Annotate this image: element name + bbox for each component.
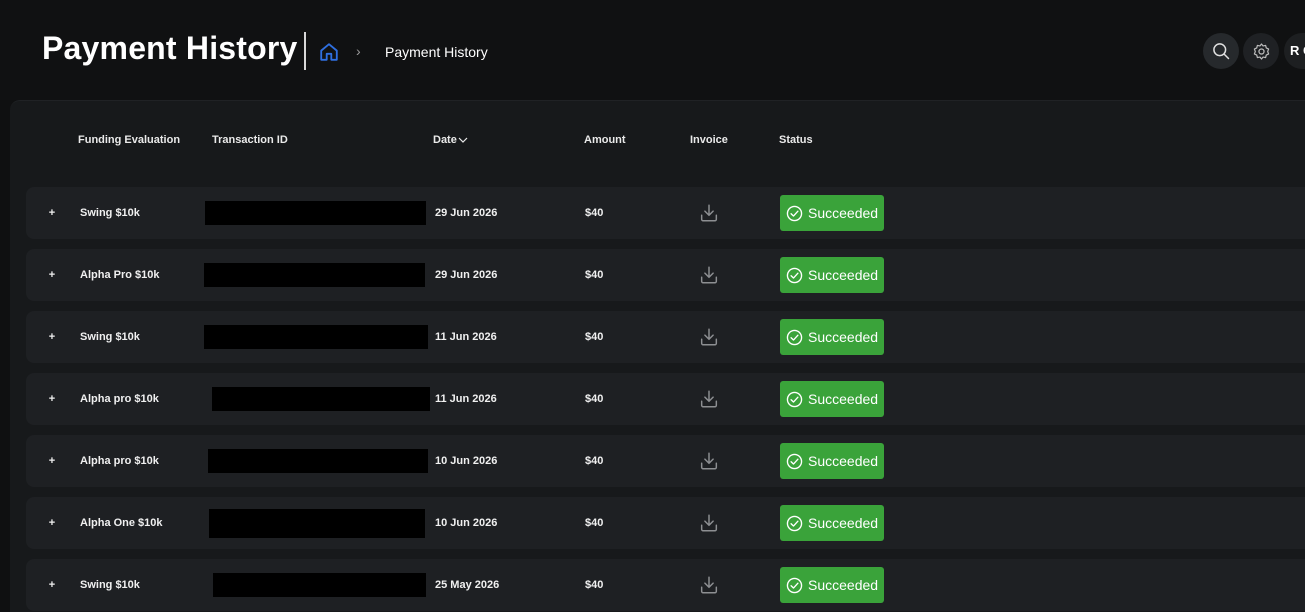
amount-cell: $40	[585, 269, 604, 281]
status-badge: Succeeded	[780, 443, 884, 479]
amount-cell: $40	[585, 393, 604, 405]
table-row: + Alpha One $10k 10 Jun 2026 $40 Succeed…	[26, 497, 1305, 549]
status-text: Succeeded	[808, 515, 879, 531]
status-text: Succeeded	[808, 577, 879, 593]
expand-row-button[interactable]: +	[40, 187, 64, 239]
status-text: Succeeded	[808, 267, 879, 283]
settings-button[interactable]	[1243, 33, 1279, 69]
search-icon	[1213, 43, 1230, 60]
chevron-down-icon	[458, 137, 468, 143]
expand-row-button[interactable]: +	[40, 249, 64, 301]
transaction-id-redacted	[213, 573, 426, 597]
funding-evaluation-cell: Swing $10k	[80, 579, 140, 591]
amount-cell: $40	[585, 455, 604, 467]
table-row: + Alpha Pro $10k 29 Jun 2026 $40 Succeed…	[26, 249, 1305, 301]
breadcrumb-separator: ›	[356, 43, 361, 59]
expand-row-button[interactable]: +	[40, 373, 64, 425]
date-cell: 29 Jun 2026	[435, 207, 498, 219]
expand-row-button[interactable]: +	[40, 559, 64, 611]
column-header-status: Status	[779, 134, 813, 146]
funding-evaluation-cell: Alpha pro $10k	[80, 393, 159, 405]
expand-row-button[interactable]: +	[40, 435, 64, 487]
funding-evaluation-cell: Swing $10k	[80, 331, 140, 343]
status-text: Succeeded	[808, 329, 879, 345]
check-circle-icon	[786, 205, 803, 221]
page-header: Payment History › Payment History R C	[0, 0, 1305, 100]
check-circle-icon	[786, 391, 803, 407]
column-header-date-label: Date	[433, 134, 457, 146]
download-icon[interactable]	[698, 574, 720, 596]
status-badge: Succeeded	[780, 505, 884, 541]
date-cell: 25 May 2026	[435, 579, 500, 591]
amount-cell: $40	[585, 207, 604, 219]
amount-cell: $40	[585, 579, 604, 591]
table-row: + Alpha pro $10k 10 Jun 2026 $40 Succeed…	[26, 435, 1305, 487]
date-cell: 10 Jun 2026	[435, 455, 498, 467]
date-cell: 11 Jun 2026	[435, 331, 497, 343]
date-cell: 29 Jun 2026	[435, 269, 498, 281]
transaction-id-redacted	[212, 387, 430, 411]
download-icon[interactable]	[698, 388, 720, 410]
status-text: Succeeded	[808, 205, 879, 221]
check-circle-icon	[786, 577, 803, 593]
transaction-id-redacted	[205, 201, 426, 225]
breadcrumb-current: Payment History	[385, 44, 488, 60]
download-icon[interactable]	[698, 512, 720, 534]
table-row: + Swing $10k 11 Jun 2026 $40 Succeeded	[26, 311, 1305, 363]
title-divider	[304, 32, 306, 70]
column-header-amount: Amount	[584, 134, 626, 146]
date-cell: 11 Jun 2026	[435, 393, 497, 405]
status-badge: Succeeded	[780, 567, 884, 603]
status-badge: Succeeded	[780, 195, 884, 231]
funding-evaluation-cell: Alpha pro $10k	[80, 455, 159, 467]
transaction-id-redacted	[204, 263, 425, 287]
transaction-id-redacted	[208, 449, 428, 473]
column-header-date[interactable]: Date	[433, 134, 468, 146]
transaction-id-redacted	[204, 325, 428, 349]
download-icon[interactable]	[698, 450, 720, 472]
table-row: + Alpha pro $10k 11 Jun 2026 $40 Succeed…	[26, 373, 1305, 425]
check-circle-icon	[786, 453, 803, 469]
download-icon[interactable]	[698, 264, 720, 286]
funding-evaluation-cell: Alpha Pro $10k	[80, 269, 160, 281]
expand-row-button[interactable]: +	[40, 311, 64, 363]
funding-evaluation-cell: Swing $10k	[80, 207, 140, 219]
check-circle-icon	[786, 329, 803, 345]
table-row: + Swing $10k 25 May 2026 $40 Succeeded	[26, 559, 1305, 611]
amount-cell: $40	[585, 331, 604, 343]
expand-row-button[interactable]: +	[40, 497, 64, 549]
check-circle-icon	[786, 515, 803, 531]
transaction-id-redacted	[209, 509, 425, 538]
column-header-funding-evaluation: Funding Evaluation	[78, 134, 181, 146]
avatar[interactable]: R C	[1284, 33, 1305, 69]
payment-history-page: Payment History › Payment History R C Fu…	[0, 0, 1305, 612]
column-header-transaction-id: Transaction ID	[212, 134, 288, 146]
page-title: Payment History	[42, 30, 298, 66]
status-badge: Succeeded	[780, 257, 884, 293]
download-icon[interactable]	[698, 326, 720, 348]
check-circle-icon	[786, 267, 803, 283]
search-button[interactable]	[1203, 33, 1239, 69]
date-cell: 10 Jun 2026	[435, 517, 498, 529]
amount-cell: $40	[585, 517, 604, 529]
status-text: Succeeded	[808, 391, 879, 407]
gear-icon	[1253, 42, 1269, 60]
download-icon[interactable]	[698, 202, 720, 224]
table-row: + Swing $10k 29 Jun 2026 $40 Succeeded	[26, 187, 1305, 239]
status-badge: Succeeded	[780, 319, 884, 355]
column-header-invoice: Invoice	[690, 134, 728, 146]
funding-evaluation-cell: Alpha One $10k	[80, 517, 163, 529]
home-icon[interactable]	[318, 41, 340, 63]
status-badge: Succeeded	[780, 381, 884, 417]
status-text: Succeeded	[808, 453, 879, 469]
